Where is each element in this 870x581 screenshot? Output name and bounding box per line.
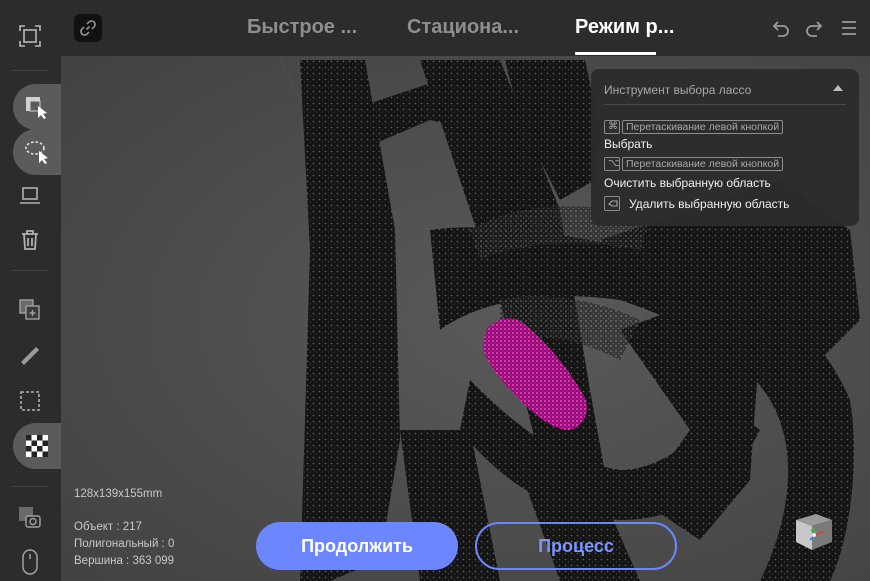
- action-select: Выбрать: [604, 137, 653, 151]
- shortcut-hint: Перетаскивание левой кнопкой: [622, 120, 784, 134]
- action-delete-selection: Удалить выбранную область: [629, 197, 790, 211]
- link-icon[interactable]: [74, 14, 102, 42]
- mouse-icon[interactable]: [10, 542, 50, 581]
- tab-stationary[interactable]: Стациона...: [407, 16, 519, 39]
- redo-icon[interactable]: [804, 18, 824, 38]
- navigation-cube-icon[interactable]: [788, 506, 838, 556]
- lasso-select-icon[interactable]: [13, 129, 61, 175]
- ruler-icon[interactable]: [10, 336, 50, 376]
- select-rect-icon[interactable]: [13, 84, 61, 130]
- tab-quick[interactable]: Быстрое ...: [247, 16, 357, 39]
- active-tab-indicator: [575, 52, 656, 55]
- tab-edit-mode[interactable]: Режим р...: [575, 16, 674, 39]
- command-key-icon: ⌘: [604, 120, 620, 134]
- fullscreen-icon[interactable]: [10, 16, 50, 56]
- continue-button[interactable]: Продолжить: [256, 522, 458, 570]
- add-layer-icon[interactable]: [10, 290, 50, 330]
- option-key-icon: ⌥: [604, 157, 620, 171]
- object-count: Объект : 217: [74, 521, 142, 533]
- photo-camera-icon[interactable]: [10, 498, 50, 538]
- laptop-icon[interactable]: [10, 176, 50, 216]
- vertex-count: Вершина : 363 099: [74, 555, 175, 567]
- panel-title: Инструмент выбора лассо: [604, 83, 752, 97]
- undo-icon[interactable]: [771, 18, 791, 38]
- left-toolbar: [0, 0, 61, 581]
- eraser-icon: [604, 196, 620, 211]
- polygon-count: Полигональный : 0: [74, 538, 175, 550]
- lasso-tool-panel: Инструмент выбора лассо ⌘ Перетаскивание…: [591, 69, 859, 226]
- action-clear-selection: Очистить выбранную область: [604, 176, 771, 190]
- checkerboard-icon[interactable]: [13, 423, 61, 469]
- top-header: Быстрое ... Стациона... Режим р...: [61, 0, 870, 56]
- shortcut-hint: Перетаскивание левой кнопкой: [622, 157, 784, 171]
- trash-icon[interactable]: [10, 220, 50, 260]
- crop-icon[interactable]: [10, 381, 50, 421]
- process-button[interactable]: Процесс: [475, 522, 677, 570]
- collapse-caret-icon[interactable]: [833, 85, 843, 91]
- menu-icon[interactable]: [839, 18, 859, 38]
- model-dimensions: 128x139x155mm: [74, 488, 163, 500]
